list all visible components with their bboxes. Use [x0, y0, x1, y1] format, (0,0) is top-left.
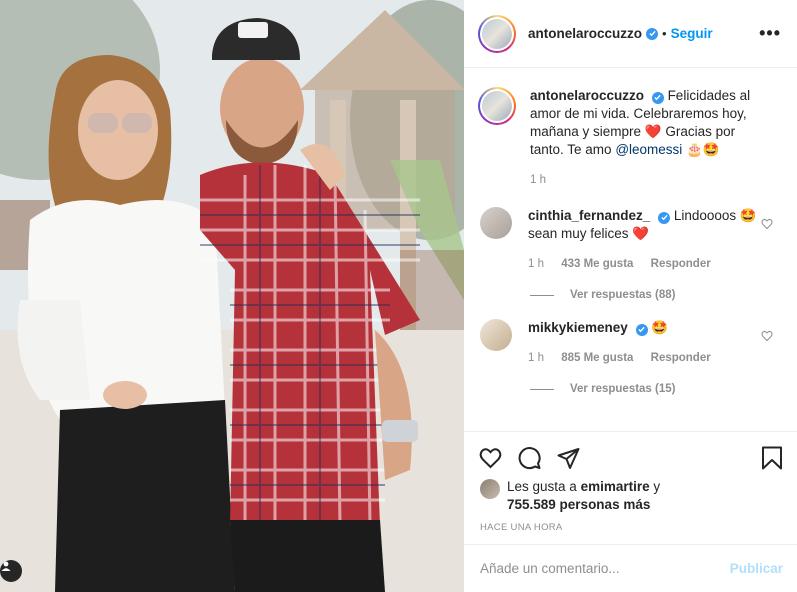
verified-badge-icon: [651, 91, 664, 104]
post-timestamp[interactable]: HACE UNA HORA: [464, 514, 797, 533]
likes-prefix: Les gusta a: [507, 479, 577, 494]
reply-button[interactable]: Responder: [651, 352, 711, 364]
heart-outline-icon[interactable]: [478, 446, 503, 470]
post-header: antonelaroccuzzo • Seguir •••: [464, 0, 797, 68]
liker-avatar[interactable]: [480, 479, 500, 499]
couple-photo-illustration: [0, 0, 464, 592]
comment-text: Lindoooos: [673, 208, 737, 223]
post-side-panel: antonelaroccuzzo • Seguir ••• antonelaro…: [464, 0, 797, 592]
bookmark-icon[interactable]: [761, 446, 783, 470]
likes-count[interactable]: 755.589 personas más: [507, 497, 650, 512]
commenter-avatar[interactable]: [480, 207, 512, 239]
view-replies-button[interactable]: Ver respuestas (15): [530, 383, 781, 395]
more-options-icon[interactable]: •••: [759, 23, 781, 44]
liker-username[interactable]: emimartire: [581, 479, 650, 494]
verified-badge-icon: [646, 27, 659, 40]
heart-emoji: ❤️: [632, 226, 650, 241]
post-caption: antonelaroccuzzo Felicidades al amor de …: [478, 87, 781, 189]
comment-time[interactable]: 1 h: [528, 258, 544, 270]
comments-section: antonelaroccuzzo Felicidades al amor de …: [464, 69, 797, 431]
follow-button[interactable]: Seguir: [671, 26, 713, 41]
caption-emojis: 🎂🤩: [686, 142, 720, 157]
like-comment-icon[interactable]: [761, 217, 773, 235]
header-separator: •: [662, 26, 667, 41]
comment-likes[interactable]: 885 Me gusta: [561, 352, 633, 364]
comment-item: mikkykiemeney 🤩 1 h 885 Me gusta Respond…: [478, 319, 781, 367]
user-tag-icon[interactable]: [0, 560, 22, 582]
comment-text-2: sean muy felices: [528, 226, 629, 241]
comment-input[interactable]: [480, 561, 730, 576]
caption-avatar[interactable]: [478, 87, 516, 125]
comment-username[interactable]: cinthia_fernandez_: [528, 208, 650, 223]
post-actions: Les gusta a emimartire y 755.589 persona…: [464, 431, 797, 533]
reply-button[interactable]: Responder: [651, 258, 711, 270]
caption-time[interactable]: 1 h: [530, 174, 546, 186]
mention-link[interactable]: @leomessi: [615, 142, 682, 157]
verified-badge-icon: [658, 211, 671, 224]
comment-emoji: 🤩: [651, 320, 669, 335]
likes-summary: Les gusta a emimartire y 755.589 persona…: [464, 474, 797, 514]
comment-time[interactable]: 1 h: [528, 352, 544, 364]
comment-username[interactable]: mikkykiemeney: [528, 320, 628, 335]
author-avatar[interactable]: [478, 14, 516, 53]
commenter-avatar[interactable]: [480, 319, 512, 351]
comment-emoji: 🤩: [739, 208, 757, 223]
publish-button[interactable]: Publicar: [730, 561, 783, 576]
author-username[interactable]: antonelaroccuzzo: [528, 26, 642, 41]
likes-connector: y: [653, 479, 661, 494]
view-replies-label: Ver respuestas (88): [570, 289, 676, 301]
view-replies-button[interactable]: Ver respuestas (88): [530, 289, 781, 301]
caption-username[interactable]: antonelaroccuzzo: [530, 88, 644, 103]
post-photo[interactable]: [0, 0, 464, 592]
view-replies-label: Ver respuestas (15): [570, 383, 676, 395]
like-comment-icon[interactable]: [761, 329, 773, 347]
add-comment-bar: Publicar: [464, 544, 797, 592]
verified-badge-icon: [635, 323, 648, 336]
paper-plane-icon[interactable]: [556, 446, 581, 470]
comment-likes[interactable]: 433 Me gusta: [561, 258, 633, 270]
comment-item: cinthia_fernandez_ Lindoooos 🤩 sean muy …: [478, 207, 781, 273]
heart-emoji: ❤️: [644, 124, 662, 139]
comment-bubble-icon[interactable]: [517, 446, 542, 470]
